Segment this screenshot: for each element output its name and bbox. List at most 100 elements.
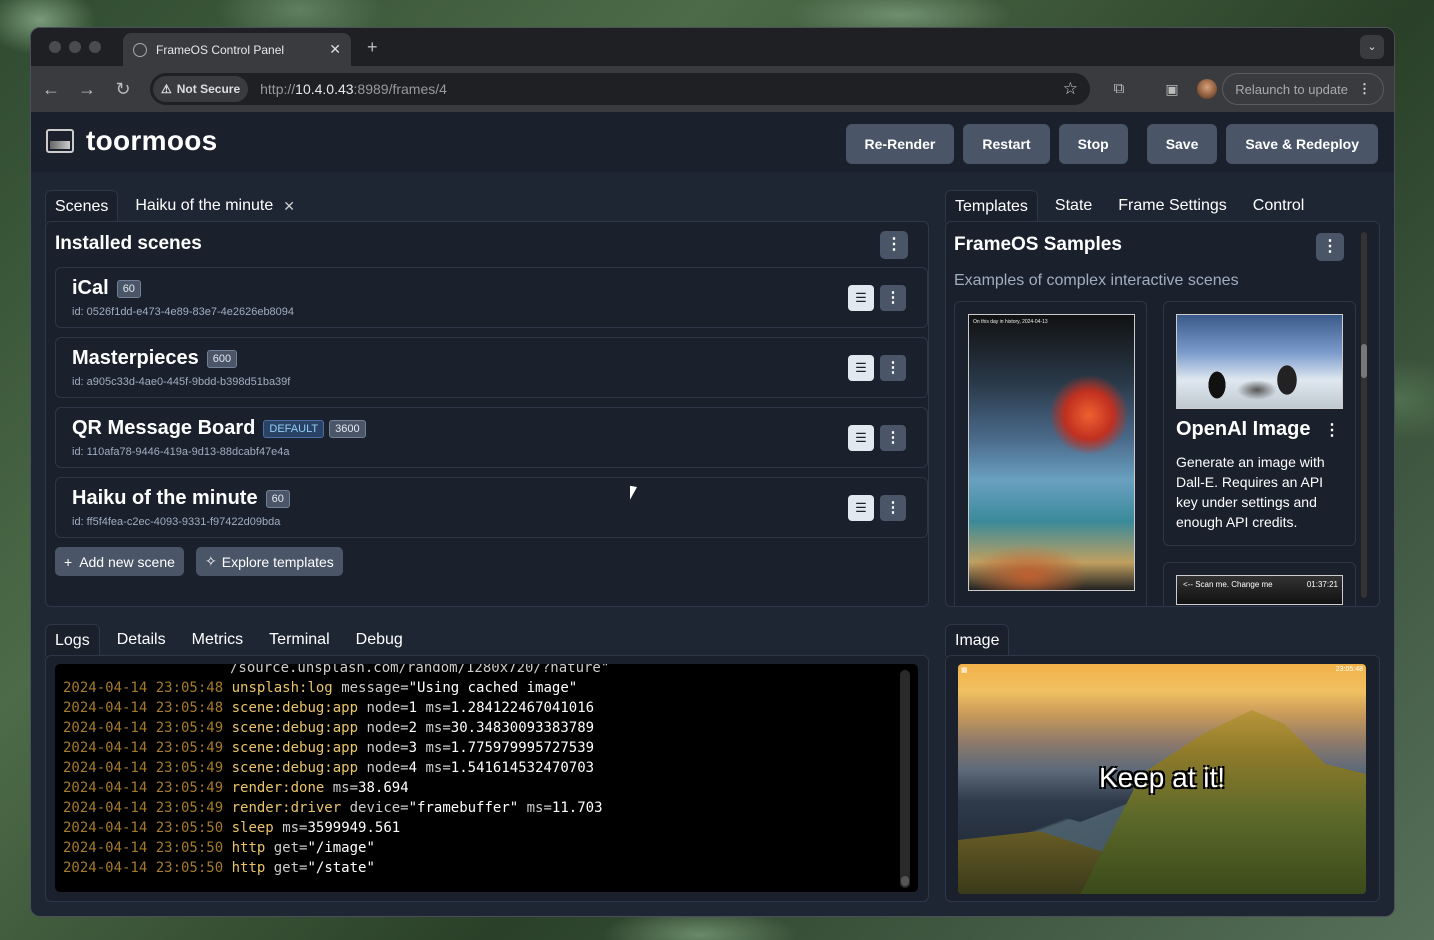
frameos-logo-icon [46, 129, 74, 153]
log-field: device= [349, 800, 409, 816]
tab-metrics[interactable]: Metrics [183, 624, 253, 656]
browser-window: FrameOS Control Panel ✕ + ⌄ ← → ↻ ⚠ Not S… [30, 27, 1395, 917]
log-timestamp: 2024-04-14 23:05:49 [63, 800, 224, 816]
scene-name: Masterpieces 600 [72, 347, 238, 370]
log-output[interactable]: /source.unsplash.com/random/1280x720/?na… [55, 664, 918, 892]
restart-button[interactable]: Restart [963, 124, 1050, 164]
save-redeploy-button[interactable]: Save & Redeploy [1226, 124, 1378, 164]
stop-button[interactable]: Stop [1058, 124, 1128, 164]
relaunch-label: Relaunch to update [1235, 81, 1348, 97]
log-value: 2 [408, 720, 418, 736]
scene-settings-icon[interactable]: ☰ [848, 425, 874, 451]
tab-search-icon[interactable]: ⌄ [1360, 35, 1384, 59]
back-icon[interactable]: ← [41, 79, 61, 99]
scene-menu-icon[interactable]: ⋮ [880, 425, 906, 451]
not-secure-chip[interactable]: ⚠ Not Secure [153, 76, 249, 102]
log-value: 1.775979995727539 [450, 740, 595, 756]
scene-settings-icon[interactable]: ☰ [848, 285, 874, 311]
close-tab-icon[interactable]: ✕ [283, 198, 295, 215]
scene-row[interactable]: Masterpieces 600 id: a905c33d-4ae0-445f-9… [55, 337, 928, 398]
warning-icon: ⚠ [161, 82, 172, 96]
scene-name: iCal 60 [72, 277, 141, 300]
tab-debug[interactable]: Debug [347, 624, 412, 656]
frame-preview-image[interactable]: Keep at it! ▦ 23:05:48 [958, 664, 1366, 894]
zoom-light[interactable] [89, 41, 101, 53]
log-timestamp: 2024-04-14 23:05:49 [63, 760, 224, 776]
scene-name-text: iCal [72, 277, 109, 299]
scene-settings-icon[interactable]: ☰ [848, 355, 874, 381]
scene-row[interactable]: Haiku of the minute 60 id: ff5f4fea-c2ec-… [55, 477, 928, 538]
thumbnail-text: On this day in history, 2024-04-13 [973, 319, 1048, 325]
reload-icon[interactable]: ↻ [113, 79, 133, 99]
address-bar[interactable]: ⚠ Not Secure http://10.4.0.43:8989/frames… [150, 73, 1090, 105]
tab-terminal[interactable]: Terminal [260, 624, 338, 656]
log-scrollbar[interactable] [900, 670, 910, 888]
log-key: scene:debug:app [231, 720, 359, 736]
tab-close-icon[interactable]: ✕ [329, 41, 341, 58]
rerender-button[interactable]: Re-Render [845, 124, 955, 164]
templates-panel: FrameOS Samples ⋮ Examples of complex in… [945, 221, 1380, 607]
mouse-cursor [630, 485, 644, 503]
bookmark-star-icon[interactable]: ☆ [1063, 79, 1078, 99]
globe-icon [133, 42, 147, 57]
scene-id: id: 0526f1dd-e473-4e89-83e7-4e2626eb8094 [72, 306, 295, 318]
refresh-badge: 60 [116, 279, 141, 298]
log-field: node= [366, 720, 409, 736]
log-key: render:driver [231, 800, 342, 816]
add-new-scene-button[interactable]: + Add new scene [55, 547, 184, 576]
forward-icon[interactable]: → [77, 79, 97, 99]
templates-scrollbar[interactable] [1361, 232, 1367, 598]
log-field: get= [273, 860, 308, 876]
tab-details[interactable]: Details [108, 624, 175, 656]
scene-menu-icon[interactable]: ⋮ [880, 355, 906, 381]
log-key: http [231, 840, 266, 856]
log-field: message= [341, 680, 409, 696]
tab-control[interactable]: Control [1244, 190, 1314, 222]
scene-row[interactable]: iCal 60 id: 0526f1dd-e473-4e89-83e7-4e262… [55, 267, 928, 328]
tab-templates[interactable]: Templates [945, 190, 1038, 222]
log-value: "framebuffer" [408, 800, 519, 816]
log-field: ms= [332, 780, 359, 796]
scene-row[interactable]: QR Message Board DEFAULT 3600 id: 110afa78… [55, 407, 928, 468]
template-menu-icon[interactable]: ⋮ [1324, 420, 1340, 440]
more-menu-icon[interactable]: ⋮ [1358, 81, 1371, 97]
scrollbar-thumb[interactable] [1361, 344, 1367, 378]
profile-avatar[interactable] [1197, 79, 1217, 99]
scene-settings-icon[interactable]: ☰ [848, 495, 874, 521]
close-light[interactable] [49, 41, 61, 53]
scenes-menu-icon[interactable]: ⋮ [880, 231, 908, 259]
log-field: ms= [282, 820, 308, 836]
explore-templates-button[interactable]: ✧ Explore templates [196, 547, 343, 576]
image-panel: Keep at it! ▦ 23:05:48 [945, 655, 1380, 902]
browser-tab[interactable]: FrameOS Control Panel ✕ [123, 33, 351, 66]
extensions-icon[interactable]: ⧉ [1109, 79, 1129, 99]
new-tab-icon[interactable]: + [367, 37, 378, 58]
scene-menu-icon[interactable]: ⋮ [880, 495, 906, 521]
template-card[interactable]: OpenAI Image ⋮ Generate an image with Da… [1163, 301, 1356, 546]
tab-frame-settings[interactable]: Frame Settings [1109, 190, 1235, 222]
template-card[interactable]: On this day in history, 2024-04-13 [954, 301, 1147, 606]
scene-menu-icon[interactable]: ⋮ [880, 285, 906, 311]
log-value: 3 [408, 740, 418, 756]
templates-menu-icon[interactable]: ⋮ [1316, 233, 1344, 261]
log-line: 2024-04-14 23:05:49 scene:debug:app node… [63, 718, 918, 738]
scenes-panel: Installed scenes ⋮ iCal 60 id: 0526f1dd-e… [45, 221, 929, 607]
minimize-light[interactable] [69, 41, 81, 53]
url-path: :8989/frames/4 [353, 81, 447, 97]
log-timestamp: 2024-04-14 23:05:48 [63, 700, 224, 716]
save-button[interactable]: Save [1146, 124, 1218, 164]
tab-haiku[interactable]: Haiku of the minute ✕ [126, 190, 304, 222]
log-timestamp: 2024-04-14 23:05:49 [63, 720, 224, 736]
template-card[interactable]: <-- Scan me. Change me 01:37:21 [1163, 562, 1356, 606]
tab-haiku-label: Haiku of the minute [135, 197, 274, 214]
image-tabs: Image [945, 624, 1010, 656]
tab-image[interactable]: Image [945, 624, 1010, 656]
tab-logs[interactable]: Logs [45, 624, 100, 656]
log-timestamp: 2024-04-14 23:05:50 [63, 840, 224, 856]
side-panel-icon[interactable]: ▣ [1162, 79, 1182, 99]
tab-state[interactable]: State [1046, 190, 1101, 222]
tab-scenes[interactable]: Scenes [45, 190, 119, 222]
relaunch-button[interactable]: Relaunch to update ⋮ [1222, 73, 1384, 105]
url-text[interactable]: http://10.4.0.43:8989/frames/4 [260, 81, 447, 97]
window-controls[interactable] [31, 41, 101, 53]
